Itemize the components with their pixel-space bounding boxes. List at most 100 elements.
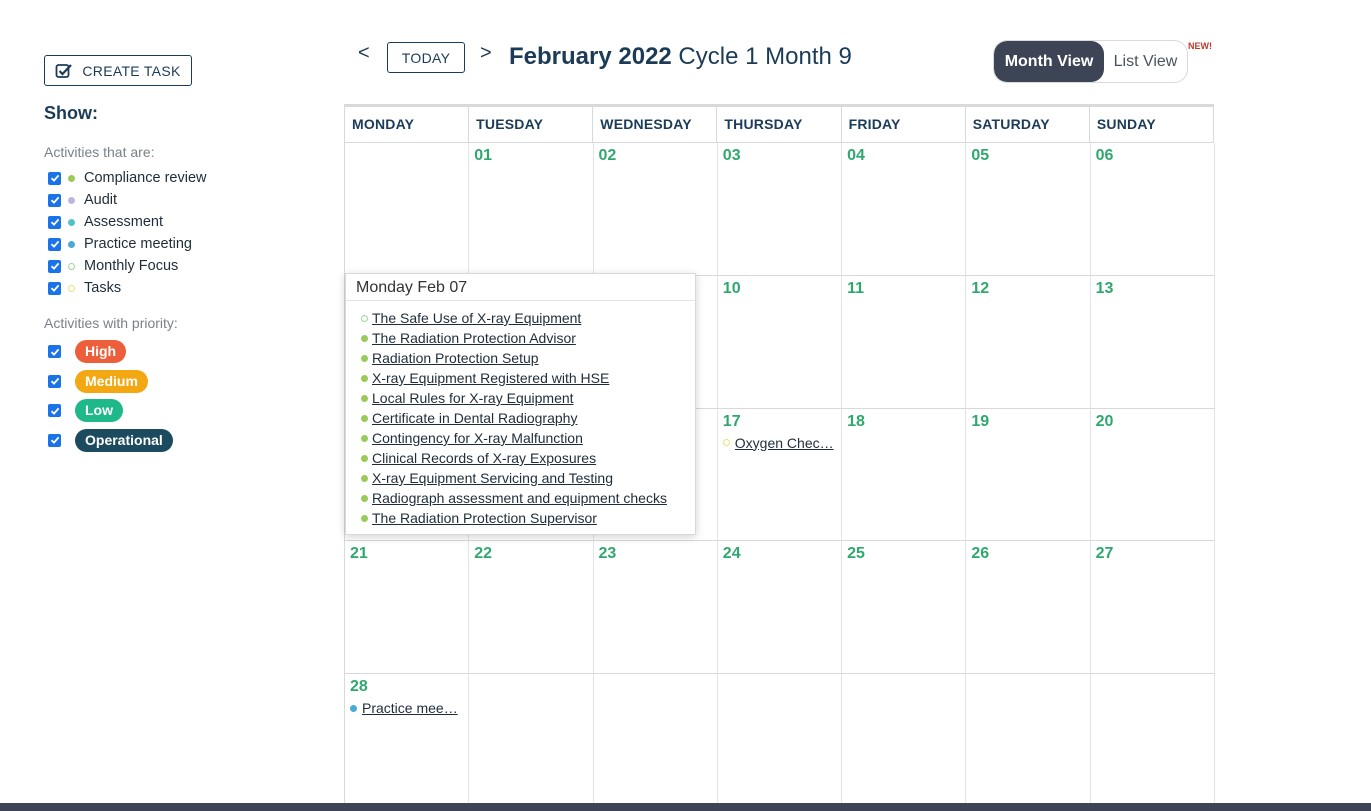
- prev-month-button[interactable]: <: [358, 42, 370, 65]
- day-cell[interactable]: 05: [966, 143, 1091, 276]
- day-cell[interactable]: [842, 674, 967, 807]
- category-dot-icon: [361, 474, 368, 482]
- day-cell[interactable]: [718, 674, 843, 807]
- popover-event-label: Local Rules for X-ray Equipment: [372, 390, 574, 406]
- day-number: 03: [722, 147, 741, 164]
- checkbox[interactable]: [48, 215, 61, 229]
- checkbox[interactable]: [48, 193, 61, 207]
- day-cell[interactable]: [1091, 674, 1215, 807]
- day-cell[interactable]: 21: [345, 541, 470, 675]
- category-dot-icon: [361, 374, 368, 382]
- priority-filter-item[interactable]: Operational: [48, 426, 173, 456]
- checkbox[interactable]: [48, 171, 61, 185]
- activity-filter-item[interactable]: Compliance review: [48, 167, 207, 189]
- day-cell[interactable]: 01: [469, 143, 594, 276]
- day-number: 20: [1095, 412, 1114, 430]
- day-number: 22: [474, 545, 493, 563]
- day-cell[interactable]: 02: [593, 143, 718, 276]
- checkbox[interactable]: [48, 374, 61, 388]
- day-number: 26: [971, 545, 990, 563]
- day-cell[interactable]: 12: [966, 275, 1091, 409]
- day-cell[interactable]: 19: [966, 408, 1091, 542]
- day-cell[interactable]: 18: [842, 408, 967, 542]
- day-cell[interactable]: 22: [469, 541, 594, 675]
- calendar-event[interactable]: Oxygen Chec…: [722, 435, 837, 451]
- checkmark-icon: [50, 378, 59, 386]
- popover-event-link[interactable]: Local Rules for X-ray Equipment: [361, 388, 695, 408]
- month-year-label: February 2022: [509, 43, 672, 70]
- day-cell[interactable]: 10: [717, 275, 843, 409]
- category-dot-icon: [68, 174, 75, 182]
- day-cell[interactable]: 20: [1090, 408, 1215, 542]
- month-view-button[interactable]: Month View: [994, 41, 1104, 82]
- day-cell[interactable]: [966, 674, 1091, 807]
- day-cell[interactable]: 13: [1090, 275, 1215, 409]
- day-cell[interactable]: 27: [1090, 541, 1215, 675]
- today-button[interactable]: TODAY: [387, 42, 465, 73]
- activity-filter-item[interactable]: Audit: [48, 189, 207, 211]
- popover-event-link[interactable]: Radiograph assessment and equipment chec…: [361, 488, 695, 508]
- activities-heading: Activities that are:: [44, 144, 155, 160]
- checkmark-icon: [50, 196, 59, 204]
- activity-filter-label: Audit: [84, 192, 118, 208]
- day-number: 06: [1095, 147, 1114, 164]
- day-cell[interactable]: [345, 143, 470, 276]
- checkbox[interactable]: [48, 281, 61, 295]
- activity-filter-item[interactable]: Monthly Focus: [48, 255, 207, 277]
- day-cell[interactable]: 17 Oxygen Chec…: [717, 408, 843, 542]
- checkbox[interactable]: [48, 433, 61, 447]
- popover-event-link[interactable]: Clinical Records of X-ray Exposures: [361, 448, 695, 468]
- day-cell[interactable]: 04: [842, 143, 967, 276]
- day-cell[interactable]: 24: [717, 541, 843, 675]
- day-cell[interactable]: 28 Practice mee…: [345, 674, 470, 807]
- day-number: 21: [350, 545, 368, 563]
- list-view-button[interactable]: List View: [1104, 41, 1187, 82]
- activity-filter-item[interactable]: Tasks: [48, 277, 207, 299]
- popover-event-link[interactable]: X-ray Equipment Servicing and Testing: [361, 468, 695, 488]
- popover-event-link[interactable]: The Radiation Protection Supervisor: [361, 508, 695, 528]
- create-task-button[interactable]: CREATE TASK: [44, 55, 192, 86]
- checkbox[interactable]: [48, 404, 61, 418]
- priority-filter-item[interactable]: Medium: [48, 367, 173, 397]
- popover-event-link[interactable]: The Safe Use of X-ray Equipment: [361, 308, 695, 328]
- priority-filter-item[interactable]: High: [48, 337, 173, 367]
- day-cell[interactable]: 03: [717, 143, 843, 276]
- day-cell[interactable]: 11: [842, 275, 967, 409]
- calendar-event[interactable]: Practice mee…: [350, 700, 464, 716]
- day-cell[interactable]: 06: [1090, 143, 1215, 276]
- category-dot-icon: [68, 284, 75, 292]
- day-number: [474, 678, 588, 698]
- checkbox[interactable]: [48, 259, 61, 273]
- category-dot-icon: [68, 240, 75, 248]
- popover-event-link[interactable]: X-ray Equipment Registered with HSE: [361, 368, 695, 388]
- priority-filter-item[interactable]: Low: [48, 396, 173, 426]
- category-dot-icon: [361, 514, 368, 522]
- checkbox[interactable]: [48, 345, 61, 359]
- day-number: 01: [474, 147, 493, 164]
- popover-event-link[interactable]: Radiation Protection Setup: [361, 348, 695, 368]
- activity-filter-label: Compliance review: [84, 170, 207, 186]
- activity-filter-label: Tasks: [84, 280, 122, 296]
- next-month-button[interactable]: >: [480, 42, 492, 65]
- day-cell[interactable]: 26: [966, 541, 1091, 675]
- day-cell[interactable]: [469, 674, 594, 807]
- new-badge: NEW!: [1188, 41, 1212, 51]
- priority-badge: Medium: [75, 369, 148, 393]
- popover-event-link[interactable]: The Radiation Protection Advisor: [361, 328, 695, 348]
- day-number: 11: [847, 279, 864, 297]
- day-number: 18: [847, 412, 865, 430]
- activity-filter-item[interactable]: Practice meeting: [48, 233, 207, 255]
- day-cell[interactable]: 23: [593, 541, 718, 675]
- popover-event-link[interactable]: Certificate in Dental Radiography: [361, 408, 695, 428]
- popover-event-label: X-ray Equipment Servicing and Testing: [372, 470, 613, 486]
- popover-event-link[interactable]: Contingency for X-ray Malfunction: [361, 428, 695, 448]
- day-number: 24: [722, 545, 741, 563]
- popover-event-label: Radiograph assessment and equipment chec…: [372, 490, 667, 506]
- weekday-label: SUNDAY: [1090, 107, 1214, 142]
- day-cell[interactable]: [594, 674, 718, 807]
- checkmark-icon: [50, 284, 59, 292]
- weekday-label: MONDAY: [345, 107, 470, 142]
- checkbox[interactable]: [48, 237, 61, 251]
- activity-filter-item[interactable]: Assessment: [48, 211, 207, 233]
- day-cell[interactable]: 25: [842, 541, 967, 675]
